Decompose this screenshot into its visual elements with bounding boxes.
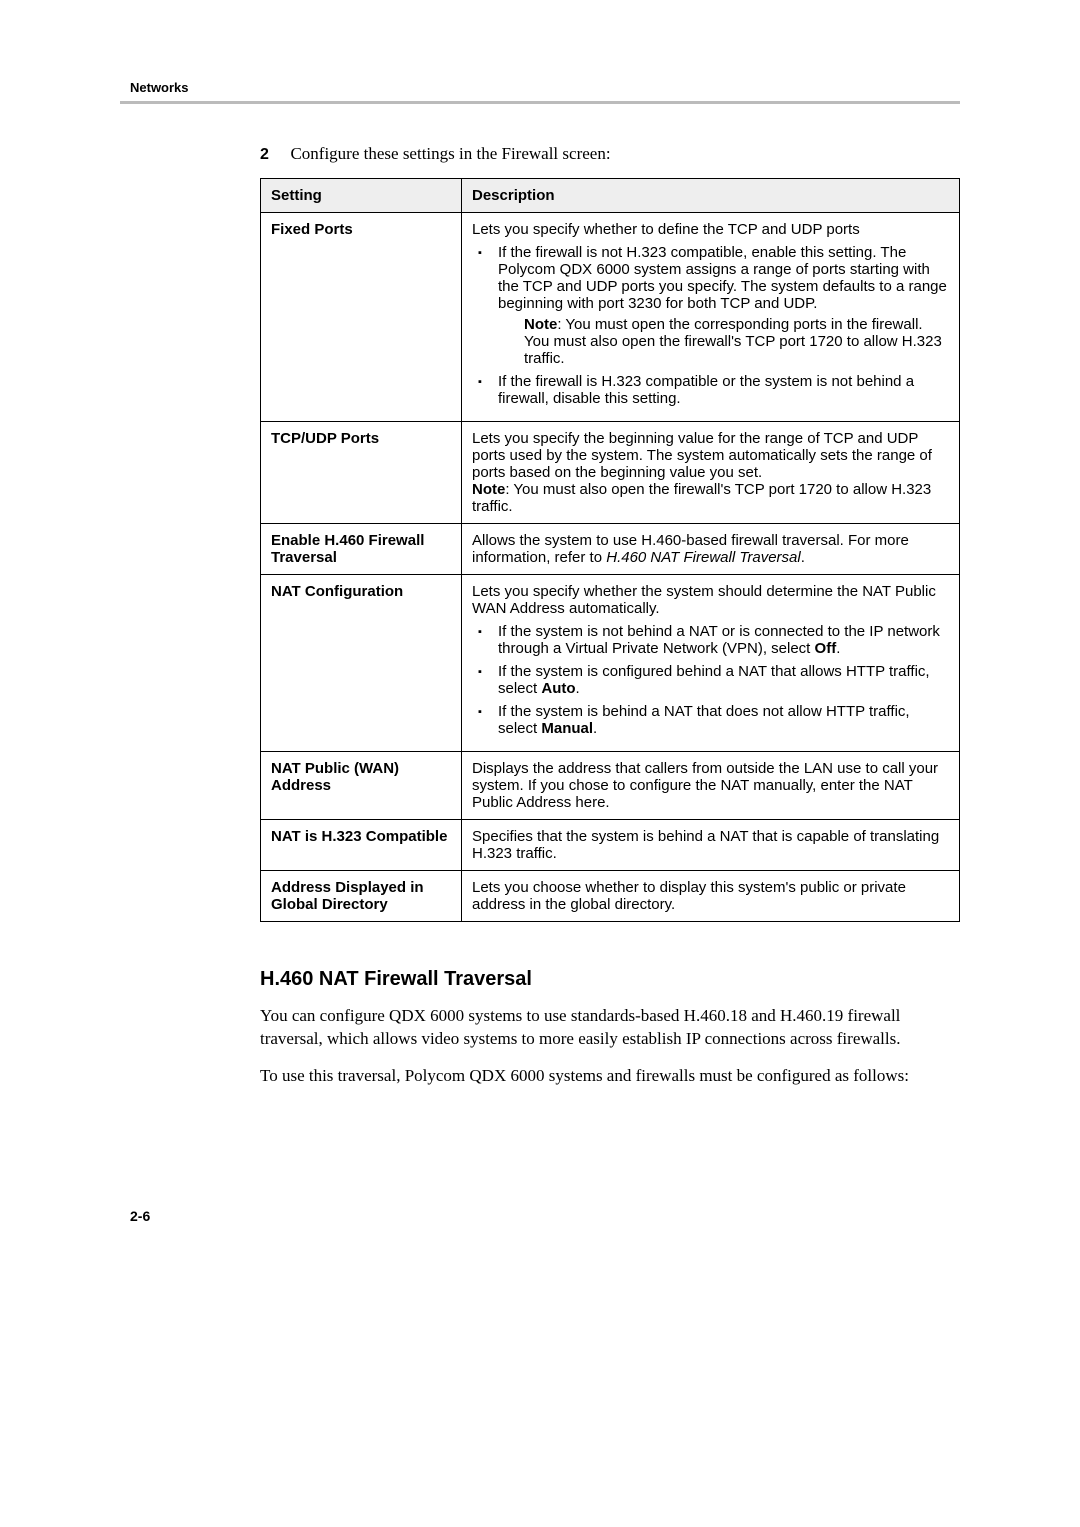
setting-desc: Lets you specify whether to define the T…: [462, 213, 960, 422]
desc-reference: H.460 NAT Firewall Traversal: [606, 549, 801, 566]
setting-desc: Lets you specify whether the system shou…: [462, 575, 960, 752]
page-number: 2-6: [130, 1208, 960, 1224]
table-row: NAT Configuration Lets you specify wheth…: [261, 575, 960, 752]
body-paragraph: You can configure QDX 6000 systems to us…: [260, 1005, 960, 1051]
setting-desc: Specifies that the system is behind a NA…: [462, 820, 960, 871]
setting-name: Enable H.460 Firewall Traversal: [261, 524, 462, 575]
setting-desc: Allows the system to use H.460-based fir…: [462, 524, 960, 575]
setting-name: NAT is H.323 Compatible: [261, 820, 462, 871]
desc-bullet: If the system is behind a NAT that does …: [492, 703, 949, 737]
desc-bullet: If the firewall is H.323 compatible or t…: [492, 373, 949, 407]
setting-name: NAT Public (WAN) Address: [261, 752, 462, 820]
body-paragraph: To use this traversal, Polycom QDX 6000 …: [260, 1065, 960, 1088]
section-heading: H.460 NAT Firewall Traversal: [260, 968, 960, 991]
bullet-trail: .: [576, 680, 580, 697]
bullet-text: If the system is not behind a NAT or is …: [498, 623, 940, 657]
note-body: : You must open the corresponding ports …: [524, 316, 942, 367]
step-instruction: Configure these settings in the Firewall…: [290, 144, 610, 163]
desc-bullet: If the system is not behind a NAT or is …: [492, 623, 949, 657]
table-row: NAT Public (WAN) Address Displays the ad…: [261, 752, 960, 820]
table-row: TCP/UDP Ports Lets you specify the begin…: [261, 422, 960, 524]
bullet-text: If the firewall is not H.323 compatible,…: [498, 244, 947, 312]
option-auto: Auto: [541, 680, 575, 697]
desc-lead: Lets you specify whether the system shou…: [472, 583, 949, 617]
step-line: 2 Configure these settings in the Firewa…: [260, 144, 960, 164]
table-row: Enable H.460 Firewall Traversal Allows t…: [261, 524, 960, 575]
note-body: : You must also open the firewall's TCP …: [472, 481, 931, 515]
bullet-trail: .: [593, 720, 597, 737]
setting-name: TCP/UDP Ports: [261, 422, 462, 524]
desc-lead: Lets you specify the beginning value for…: [472, 430, 949, 481]
desc-bullet: If the system is configured behind a NAT…: [492, 663, 949, 697]
running-header: Networks: [130, 80, 960, 95]
step-number: 2: [260, 146, 286, 164]
option-off: Off: [815, 640, 837, 657]
desc-trail: .: [801, 549, 805, 566]
option-manual: Manual: [541, 720, 593, 737]
setting-desc: Lets you choose whether to display this …: [462, 871, 960, 922]
setting-name: Fixed Ports: [261, 213, 462, 422]
table-row: Address Displayed in Global Directory Le…: [261, 871, 960, 922]
note-label: Note: [472, 481, 505, 498]
setting-desc: Lets you specify the beginning value for…: [462, 422, 960, 524]
header-rule: [120, 101, 960, 104]
note-block: Note: You must open the corresponding po…: [524, 316, 949, 367]
note-block: Note: You must also open the firewall's …: [472, 481, 949, 515]
table-row: NAT is H.323 Compatible Specifies that t…: [261, 820, 960, 871]
desc-lead: Lets you specify whether to define the T…: [472, 221, 949, 238]
setting-name: Address Displayed in Global Directory: [261, 871, 462, 922]
table-row: Fixed Ports Lets you specify whether to …: [261, 213, 960, 422]
col-description: Description: [462, 179, 960, 213]
bullet-trail: .: [836, 640, 840, 657]
note-label: Note: [524, 316, 557, 333]
setting-name: NAT Configuration: [261, 575, 462, 752]
desc-bullet: If the firewall is not H.323 compatible,…: [492, 244, 949, 367]
setting-desc: Displays the address that callers from o…: [462, 752, 960, 820]
firewall-settings-table: Setting Description Fixed Ports Lets you…: [260, 178, 960, 922]
col-setting: Setting: [261, 179, 462, 213]
